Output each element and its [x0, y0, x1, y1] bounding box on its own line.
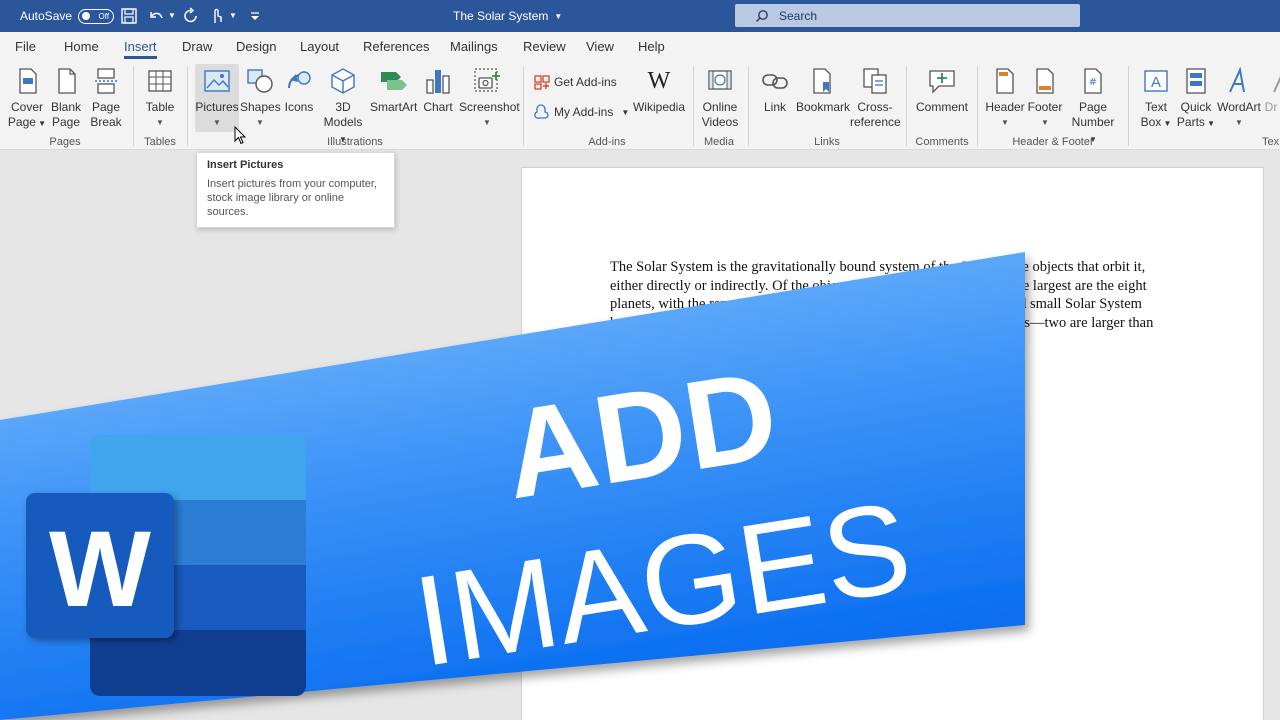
word-logo-letter: W: [49, 508, 151, 629]
word-logo-icon: W: [26, 435, 306, 696]
